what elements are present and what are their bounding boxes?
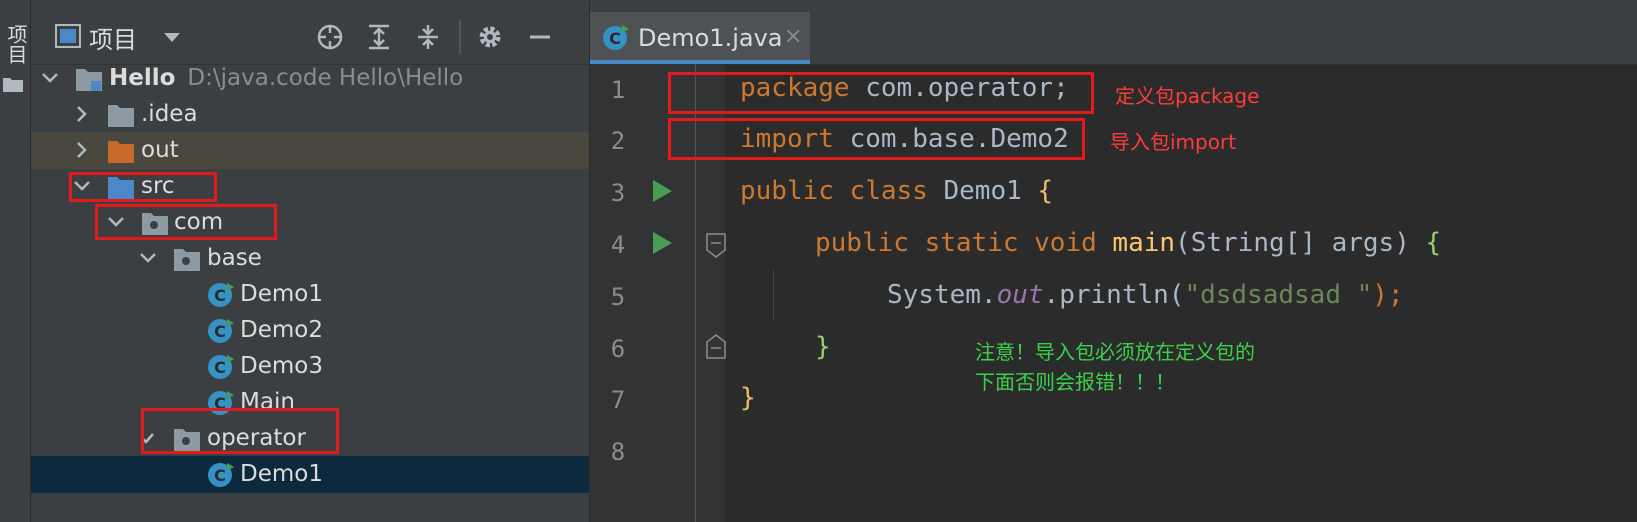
java-class-icon: C [208,283,234,307]
brace: } [740,383,756,413]
tree-label: Demo3 [240,353,323,379]
brace: } [815,332,831,362]
tree-row-out[interactable]: out [31,132,589,169]
tree-label: base [207,245,262,271]
collapse-all-icon[interactable] [413,22,443,52]
project-root-path: D:\java.code Hello\Hello [187,65,464,91]
tab-demo1-java[interactable]: C Demo1.java × [590,12,810,64]
tree-row-demo3[interactable]: C Demo3 [31,348,589,385]
line-number: 1 [610,76,626,104]
fold-collapse-icon[interactable] [705,232,727,258]
tree-label: Demo1 [240,461,323,487]
java-class-icon: C [208,319,234,343]
code-line-7[interactable]: } [740,383,756,413]
expand-all-icon[interactable] [364,22,394,52]
code-text: ); [1372,280,1404,310]
tool-window-strip: 项目 [0,0,31,522]
string-literal: "dsdsadsad " [1184,280,1373,310]
folder-icon [3,78,23,92]
svg-text:C: C [214,466,226,485]
highlight-box-com [95,204,277,240]
warning-line-2: 下面否则会报错！！！ [975,370,1175,394]
java-class-icon: C [603,25,629,50]
annotation-package: 定义包package [1115,84,1260,108]
line-number: 3 [610,179,626,207]
project-tool-button[interactable]: 项目 [3,24,28,64]
project-root-name: Hello [109,65,176,91]
locate-icon[interactable] [315,22,345,52]
toolbar-divider [459,20,461,54]
package-icon [174,249,200,271]
minimize-icon[interactable] [525,22,555,52]
brace: { [1037,176,1054,206]
highlight-box-package [668,72,1094,114]
tree-label: Demo1 [240,281,323,307]
annotation-warning: 注意！导入包必须放在定义包的 下面否则会报错！！！ [975,337,1255,397]
line-number: 6 [610,335,626,363]
svg-text:C: C [609,29,621,48]
close-icon[interactable]: × [784,24,802,49]
code-line-4[interactable]: public static void main(String[] args) { [815,228,1441,258]
tree-label: .idea [141,101,198,127]
code-line-5[interactable]: System.out.println("dsdsadsad "); [887,280,1404,310]
keyword: public class [740,176,928,206]
class-name: Demo1 [927,176,1038,206]
tree-row-hello[interactable]: Hello D:\java.code Hello\Hello [31,60,589,97]
tree-row-operator-demo1[interactable]: C Demo1 [31,456,589,493]
code-line-3[interactable]: public class Demo1 { [740,176,1053,206]
code-editor: C Demo1.java × 1 2 3 4 5 6 7 8 package c… [590,0,1637,522]
svg-text:C: C [214,322,226,341]
code-line-6[interactable]: } [815,332,831,362]
code-text: .println( [1043,280,1185,310]
chevron-right-icon[interactable] [71,103,93,125]
highlight-box-operator [141,408,339,454]
keyword: public static void [815,228,1097,258]
line-number: 2 [610,127,626,155]
gear-icon[interactable] [475,22,505,52]
chevron-down-icon[interactable] [157,22,187,52]
tree-row-idea[interactable]: .idea [31,96,589,133]
tree-row-base[interactable]: base [31,240,589,277]
code-text: System. [887,280,997,310]
fold-end-icon[interactable] [705,334,727,360]
highlight-box-src [69,172,217,202]
chevron-down-icon[interactable] [137,247,159,269]
project-window-icon [55,24,81,48]
static-field: out [996,280,1044,310]
run-icon[interactable] [650,230,674,256]
project-panel: 项目 Hello D:\java.code Hello\Hello .idea o… [31,0,589,522]
tree-row-demo1[interactable]: C Demo1 [31,276,589,313]
svg-text:C: C [214,286,226,305]
java-class-icon: C [208,463,234,487]
line-number: 4 [610,231,626,259]
highlight-box-import [668,118,1085,160]
annotation-import: 导入包import [1110,130,1237,154]
tree-label: out [141,137,179,163]
project-panel-header: 项目 [31,0,589,65]
code-text: (String[] args) [1175,228,1426,258]
line-number: 7 [610,386,626,414]
tree-row-demo2[interactable]: C Demo2 [31,312,589,349]
run-icon[interactable] [650,178,674,204]
excluded-folder-icon [108,141,134,163]
indent-guide [773,270,774,320]
line-number: 5 [610,283,626,311]
line-number: 8 [610,438,626,466]
chevron-right-icon[interactable] [71,139,93,161]
chevron-down-icon[interactable] [39,67,61,89]
java-class-icon: C [208,355,234,379]
tab-label: Demo1.java [638,24,783,52]
module-folder-icon [76,69,102,91]
warning-line-1: 注意！导入包必须放在定义包的 [975,340,1255,364]
svg-text:C: C [214,358,226,377]
folder-icon [108,105,134,127]
editor-tab-bar: C Demo1.java × [590,0,1637,65]
method-name: main [1096,228,1176,258]
project-panel-title[interactable]: 项目 [89,20,137,55]
brace: { [1425,228,1442,258]
tree-label: Demo2 [240,317,323,343]
